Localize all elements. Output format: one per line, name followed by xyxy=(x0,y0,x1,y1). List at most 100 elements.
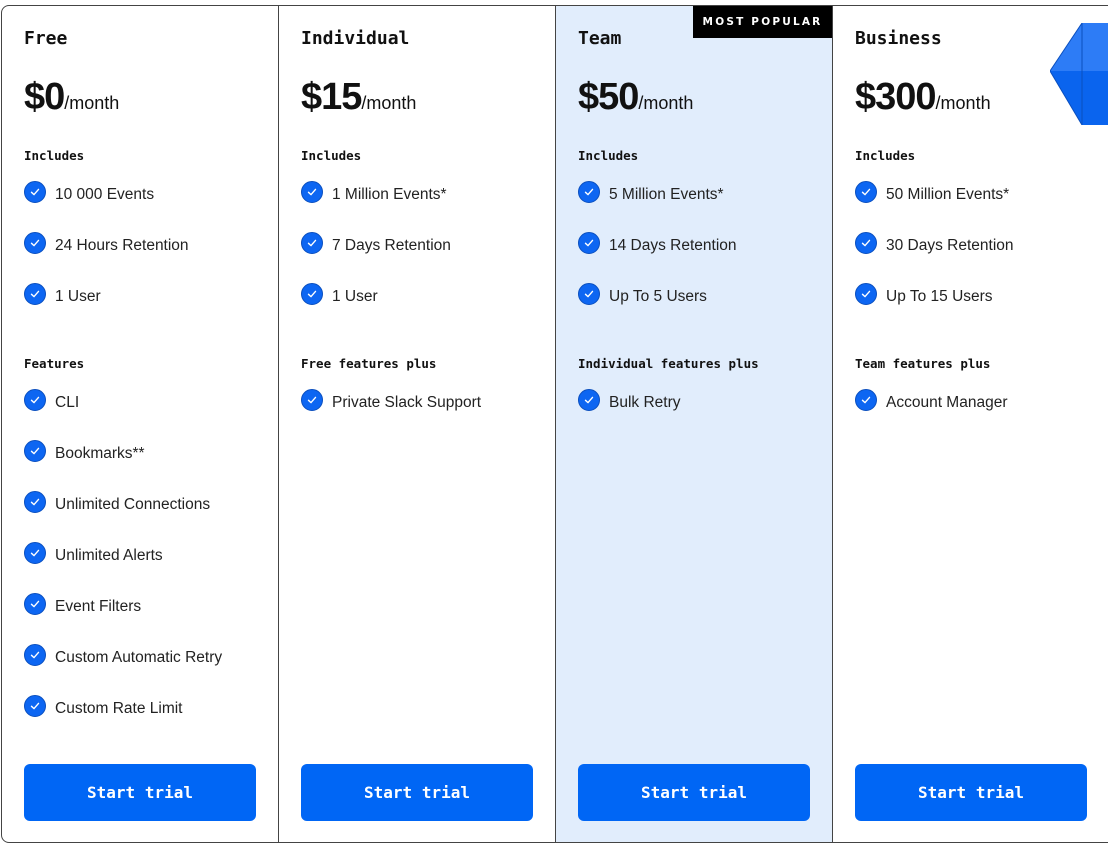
plan-card-free: Free $0/month Includes 10 000 Events 24 Hour… xyxy=(2,6,279,842)
list-item-label: Up To 5 Users xyxy=(609,287,707,305)
list-item: Up To 5 Users xyxy=(578,271,737,322)
plan-price: $15/month xyxy=(301,76,416,119)
check-icon xyxy=(855,231,877,254)
start-trial-button[interactable]: Start trial xyxy=(578,764,810,821)
list-item-label: Custom Rate Limit xyxy=(55,699,183,717)
includes-list: 50 Million Events* 30 Days Retention Up To… xyxy=(855,169,1014,322)
start-trial-button[interactable]: Start trial xyxy=(855,764,1087,821)
check-icon xyxy=(24,231,46,254)
list-item: 30 Days Retention xyxy=(855,220,1014,271)
list-item-label: 1 User xyxy=(55,287,101,305)
check-icon xyxy=(24,388,46,411)
start-trial-button[interactable]: Start trial xyxy=(24,764,256,821)
features-list: Bulk Retry xyxy=(578,377,681,428)
list-item: Unlimited Alerts xyxy=(24,530,222,581)
list-item: Custom Rate Limit xyxy=(24,683,222,734)
plan-name: Team xyxy=(578,28,622,49)
price-period: /month xyxy=(638,93,694,113)
list-item-label: Unlimited Alerts xyxy=(55,546,163,564)
features-heading: Features xyxy=(24,356,85,371)
list-item: Up To 15 Users xyxy=(855,271,1014,322)
list-item: Event Filters xyxy=(24,581,222,632)
list-item-label: 7 Days Retention xyxy=(332,236,451,254)
list-item: 5 Million Events* xyxy=(578,169,737,220)
price-amount: $0 xyxy=(24,76,65,118)
features-heading: Individual features plus xyxy=(578,356,759,371)
price-amount: $50 xyxy=(578,76,639,118)
plan-price: $50/month xyxy=(578,76,693,119)
price-period: /month xyxy=(64,93,120,113)
list-item-label: 14 Days Retention xyxy=(609,236,737,254)
list-item: Custom Automatic Retry xyxy=(24,632,222,683)
check-icon xyxy=(24,490,46,513)
list-item-label: Private Slack Support xyxy=(332,393,482,411)
check-icon xyxy=(855,388,877,411)
plan-name: Free xyxy=(24,28,68,49)
check-icon xyxy=(24,592,46,615)
check-icon xyxy=(855,282,877,305)
list-item: 7 Days Retention xyxy=(301,220,451,271)
check-icon xyxy=(855,180,877,203)
list-item-label: 1 User xyxy=(332,287,378,305)
list-item: Unlimited Connections xyxy=(24,479,222,530)
start-trial-button[interactable]: Start trial xyxy=(301,764,533,821)
check-icon xyxy=(301,388,323,411)
includes-heading: Includes xyxy=(301,148,362,163)
price-period: /month xyxy=(361,93,417,113)
features-heading: Free features plus xyxy=(301,356,437,371)
includes-heading: Includes xyxy=(24,148,85,163)
list-item: 24 Hours Retention xyxy=(24,220,189,271)
most-popular-badge: MOST POPULAR xyxy=(693,6,832,38)
list-item-label: 5 Million Events* xyxy=(609,185,724,203)
check-icon xyxy=(24,180,46,203)
list-item-label: 50 Million Events* xyxy=(886,185,1010,203)
check-icon xyxy=(24,541,46,564)
price-period: /month xyxy=(935,93,991,113)
list-item: Bookmarks** xyxy=(24,428,222,479)
list-item: 1 User xyxy=(24,271,189,322)
list-item-label: 30 Days Retention xyxy=(886,236,1014,254)
check-icon xyxy=(301,180,323,203)
check-icon xyxy=(24,694,46,717)
check-icon xyxy=(24,439,46,462)
list-item-label: 24 Hours Retention xyxy=(55,236,189,254)
includes-heading: Includes xyxy=(855,148,916,163)
list-item: 14 Days Retention xyxy=(578,220,737,271)
features-heading: Team features plus xyxy=(855,356,991,371)
list-item-label: Up To 15 Users xyxy=(886,287,993,305)
cube-icon xyxy=(1050,23,1108,125)
list-item: CLI xyxy=(24,377,222,428)
includes-heading: Includes xyxy=(578,148,639,163)
list-item: Private Slack Support xyxy=(301,377,481,428)
price-amount: $15 xyxy=(301,76,362,118)
check-icon xyxy=(578,231,600,254)
list-item: 10 000 Events xyxy=(24,169,189,220)
list-item-label: CLI xyxy=(55,393,80,411)
plan-name: Individual xyxy=(301,28,410,49)
pricing-table: Free $0/month Includes 10 000 Events 24 Hour… xyxy=(1,5,1108,843)
list-item: 1 Million Events* xyxy=(301,169,451,220)
check-icon xyxy=(578,180,600,203)
check-icon xyxy=(24,282,46,305)
list-item-label: Unlimited Connections xyxy=(55,495,211,513)
check-icon xyxy=(578,282,600,305)
plan-card-business: Business $300/month Includes 50 Million Eve… xyxy=(833,6,1108,842)
list-item-label: Account Manager xyxy=(886,393,1008,411)
price-amount: $300 xyxy=(855,76,937,118)
features-list: CLI Bookmarks** Unlimited Connections Unlim… xyxy=(24,377,222,734)
list-item-label: 10 000 Events xyxy=(55,185,155,203)
list-item: 1 User xyxy=(301,271,451,322)
includes-list: 5 Million Events* 14 Days Retention Up To … xyxy=(578,169,737,322)
features-list: Account Manager xyxy=(855,377,1008,428)
check-icon xyxy=(301,231,323,254)
plan-price: $300/month xyxy=(855,76,991,119)
list-item: 50 Million Events* xyxy=(855,169,1014,220)
list-item-label: 1 Million Events* xyxy=(332,185,447,203)
check-icon xyxy=(301,282,323,305)
list-item-label: Bookmarks** xyxy=(55,444,145,462)
includes-list: 10 000 Events 24 Hours Retention 1 User xyxy=(24,169,189,322)
includes-list: 1 Million Events* 7 Days Retention 1 User xyxy=(301,169,451,322)
list-item-label: Custom Automatic Retry xyxy=(55,648,223,666)
list-item: Bulk Retry xyxy=(578,377,681,428)
check-icon xyxy=(24,643,46,666)
